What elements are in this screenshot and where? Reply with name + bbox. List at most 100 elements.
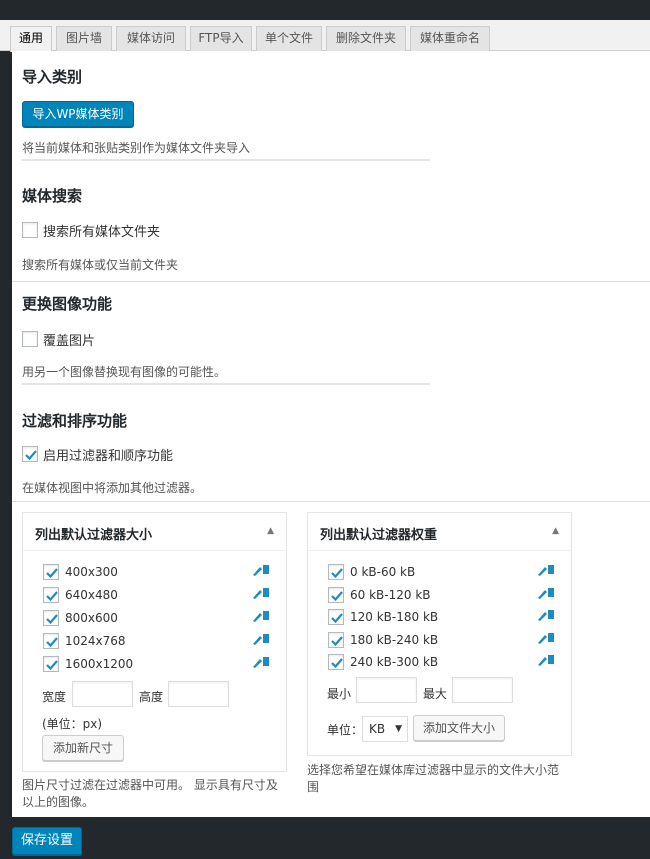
filter-weight-box-header[interactable]: 列出默认过滤器权重 ▲: [308, 513, 571, 551]
edit-pencil-icon[interactable]: [252, 633, 270, 648]
check-icon: [46, 637, 58, 648]
import-section-title: 导入类别: [22, 68, 83, 86]
weight-label: 0 kB-60 kB: [350, 565, 416, 579]
tab-media-access[interactable]: 媒体访问: [116, 26, 186, 51]
edit-pencil-icon[interactable]: [537, 632, 555, 647]
edit-pencil-icon[interactable]: [537, 587, 555, 602]
weight-item: 240 kB-300 kB: [328, 654, 568, 671]
add-file-size-button[interactable]: 添加文件大小: [413, 715, 505, 741]
settings-tabs: 通用 图片墙 媒体访问 FTP导入 单个文件 删除文件夹 媒体重命名: [0, 20, 650, 52]
edit-pencil-icon[interactable]: [252, 610, 270, 625]
search-all-folders-checkbox[interactable]: [22, 222, 38, 238]
filter-size-box: 列出默认过滤器大小 ▲ 400x300 640x480 800x600 1024x76…: [22, 512, 287, 772]
check-icon: [331, 568, 343, 579]
admin-top-strip: [0, 0, 650, 20]
divider: [12, 501, 650, 502]
filter-size-box-title: 列出默认过滤器大小: [35, 528, 153, 543]
filter-description: 在媒体视图中将添加其他过滤器。: [22, 481, 203, 495]
min-input[interactable]: [356, 677, 417, 703]
size-item: 800x600: [43, 610, 283, 627]
check-icon: [331, 613, 343, 624]
size-item: 1024x768: [43, 633, 283, 650]
tab-ftp-import[interactable]: FTP导入: [190, 26, 252, 51]
edit-pencil-icon[interactable]: [537, 564, 555, 579]
weight-checkbox[interactable]: [328, 609, 344, 625]
size-label: 1600x1200: [65, 657, 134, 671]
tab-general[interactable]: 通用: [10, 26, 52, 52]
size-note-line1: 图片尺寸过滤在过滤器中可用。 显示具有尺寸及: [22, 778, 278, 792]
add-size-button[interactable]: 添加新尺寸: [42, 735, 124, 761]
height-input[interactable]: [168, 681, 229, 707]
weight-checkbox[interactable]: [328, 631, 344, 648]
size-label: 400x300: [65, 565, 118, 579]
triangle-up-icon[interactable]: ▲: [552, 526, 559, 536]
weight-note-line1: 选择您希望在媒体库过滤器中显示的文件大小范: [307, 763, 560, 777]
settings-panel: 导入类别 导入WP媒体类别 将当前媒体和张贴类别作为媒体文件夹导入 媒体搜索 搜…: [12, 51, 650, 817]
enable-filter-checkbox[interactable]: [22, 446, 38, 462]
save-settings-button[interactable]: 保存设置: [12, 827, 82, 855]
check-icon: [46, 614, 58, 625]
weight-item: 120 kB-180 kB: [328, 609, 568, 626]
replace-description: 用另一个图像替换现有图像的可能性。: [22, 365, 227, 379]
filter-weight-box-title: 列出默认过滤器权重: [320, 528, 438, 543]
size-checkbox[interactable]: [43, 656, 59, 672]
size-note: 图片尺寸过滤在过滤器中可用。 显示具有尺寸及 以上的图像。: [22, 777, 292, 811]
weight-label: 120 kB-180 kB: [350, 610, 439, 624]
check-icon: [331, 635, 343, 646]
weight-checkbox[interactable]: [328, 586, 344, 603]
chevron-down-icon: ▼: [395, 724, 402, 734]
weight-item: 60 kB-120 kB: [328, 586, 568, 604]
size-checkbox[interactable]: [43, 610, 59, 626]
unit-note: (单位：px): [42, 717, 103, 731]
unit-select[interactable]: KB ▼: [362, 716, 408, 742]
size-item: 1600x1200: [43, 656, 283, 673]
edit-pencil-icon[interactable]: [537, 654, 555, 669]
divider: [12, 281, 650, 282]
weight-checkbox[interactable]: [328, 654, 344, 670]
tab-single-file[interactable]: 单个文件: [256, 26, 322, 51]
triangle-up-icon[interactable]: ▲: [267, 526, 274, 536]
weight-note: 选择您希望在媒体库过滤器中显示的文件大小范 围: [307, 762, 587, 796]
check-icon: [46, 568, 58, 579]
size-item: 400x300: [43, 564, 283, 581]
size-checkbox[interactable]: [43, 633, 59, 649]
check-icon: [25, 450, 37, 461]
search-all-folders-label[interactable]: 搜索所有媒体文件夹: [43, 221, 160, 240]
check-icon: [331, 590, 343, 601]
tab-media-rename[interactable]: 媒体重命名: [410, 26, 490, 51]
weight-label: 180 kB-240 kB: [350, 632, 439, 647]
edit-pencil-icon[interactable]: [252, 656, 270, 671]
enable-filter-label[interactable]: 启用过滤器和顺序功能: [43, 445, 173, 464]
import-wp-categories-button[interactable]: 导入WP媒体类别: [22, 101, 134, 127]
filter-size-box-header[interactable]: 列出默认过滤器大小 ▲: [23, 513, 286, 551]
width-input[interactable]: [72, 681, 133, 707]
size-checkbox[interactable]: [43, 564, 59, 580]
size-item: 640x480: [43, 587, 283, 604]
size-label: 1024x768: [65, 634, 126, 648]
overwrite-image-label[interactable]: 覆盖图片: [43, 330, 95, 349]
filter-weight-box: 列出默认过滤器权重 ▲ 0 kB-60 kB 60 kB-120 kB 120 kB…: [307, 512, 572, 756]
edit-pencil-icon[interactable]: [252, 587, 270, 602]
size-checkbox[interactable]: [43, 587, 59, 603]
tab-delete-folder[interactable]: 删除文件夹: [326, 26, 406, 51]
size-label: 800x600: [65, 611, 118, 625]
weight-label: 240 kB-300 kB: [350, 655, 439, 669]
edit-pencil-icon[interactable]: [537, 609, 555, 624]
max-input[interactable]: [452, 677, 513, 703]
size-label: 640x480: [65, 588, 118, 602]
weight-note-line2: 围: [307, 780, 320, 794]
weight-checkbox[interactable]: [328, 564, 344, 580]
overwrite-image-checkbox[interactable]: [22, 331, 38, 347]
filter-section-title: 过滤和排序功能: [22, 412, 128, 430]
edit-pencil-icon[interactable]: [252, 564, 270, 579]
divider: [22, 159, 430, 161]
width-label: 宽度: [42, 690, 67, 704]
check-icon: [331, 658, 343, 669]
min-label: 最小: [327, 687, 352, 701]
replace-section-title: 更换图像功能: [22, 295, 113, 313]
unit-label: 单位：: [327, 723, 364, 737]
check-icon: [46, 591, 58, 602]
weight-item: 0 kB-60 kB: [328, 564, 568, 581]
weight-label: 60 kB-120 kB: [350, 587, 431, 602]
tab-gallery[interactable]: 图片墙: [56, 26, 112, 51]
